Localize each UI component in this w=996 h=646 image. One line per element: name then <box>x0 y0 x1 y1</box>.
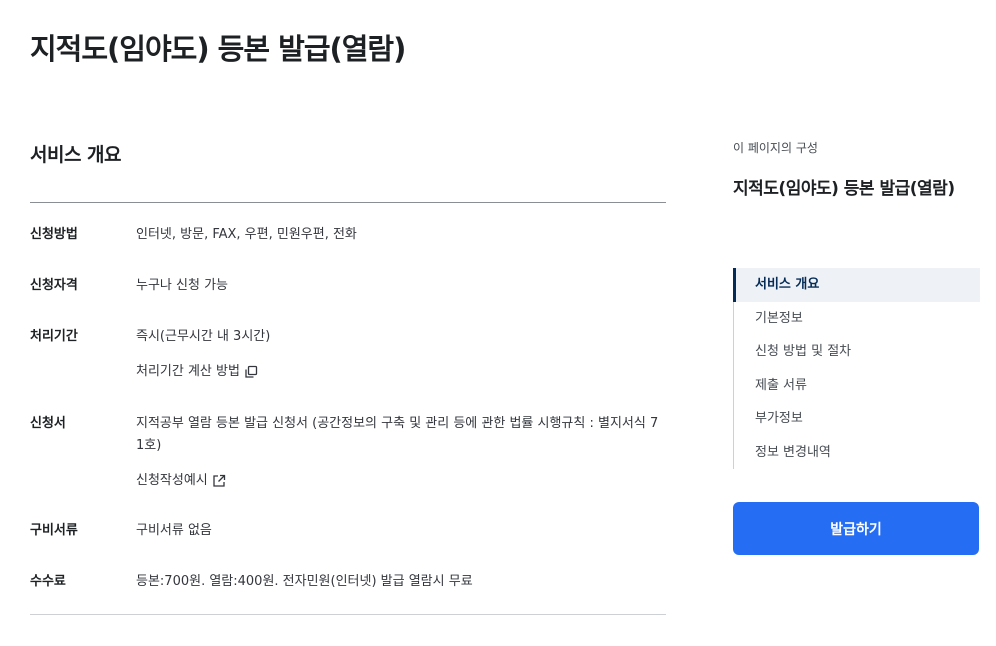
outline-item-additional-info[interactable]: 부가정보 <box>734 402 980 436</box>
outline-item-change-history[interactable]: 정보 변경내역 <box>734 436 980 470</box>
row-label: 신청방법 <box>30 227 78 242</box>
page-outline-sidebar: 이 페이지의 구성 지적도(임야도) 등본 발급(열람) 서비스 개요 기본정보… <box>733 138 980 555</box>
row-required-documents: 구비서류 구비서류 없음 <box>30 520 666 542</box>
application-example-link[interactable]: 신청작성예시 <box>136 470 666 492</box>
outline-item-service-overview[interactable]: 서비스 개요 <box>733 268 980 302</box>
row-eligibility: 신청자격 누구나 신청 가능 <box>30 275 666 297</box>
divider <box>30 614 666 615</box>
outline-caption: 이 페이지의 구성 <box>733 141 818 155</box>
row-fee: 수수료 등본:700원. 열람:400원. 전자민원(인터넷) 발급 열람시 무… <box>30 571 666 593</box>
row-method: 신청방법 인터넷, 방문, FAX, 우편, 민원우편, 전화 <box>30 224 666 246</box>
service-overview-section: 서비스 개요 신청방법 인터넷, 방문, FAX, 우편, 민원우편, 전화 신… <box>30 140 666 615</box>
outline-item-basic-info[interactable]: 기본정보 <box>734 302 980 336</box>
processing-calc-link-label: 처리기간 계산 방법 <box>136 364 240 379</box>
row-label: 처리기간 <box>30 329 78 344</box>
application-example-link-label: 신청작성예시 <box>136 473 208 488</box>
page-title: 지적도(임야도) 등본 발급(열람) <box>30 32 406 66</box>
application-form-text: 지적공부 열람 등본 발급 신청서 (공간정보의 구축 및 관리 등에 관한 법… <box>136 416 659 431</box>
row-value: 인터넷, 방문, FAX, 우편, 민원우편, 전화 <box>136 227 357 242</box>
row-label: 수수료 <box>30 574 66 589</box>
outline-title: 지적도(임야도) 등본 발급(열람) <box>733 179 955 199</box>
outline-item-submission-documents[interactable]: 제출 서류 <box>734 369 980 403</box>
copy-icon <box>245 365 258 378</box>
row-value: 등본:700원. 열람:400원. 전자민원(인터넷) 발급 열람시 무료 <box>136 574 473 589</box>
application-form-text-cont: 1호) <box>136 438 162 453</box>
divider <box>30 202 666 203</box>
row-label: 신청자격 <box>30 278 78 293</box>
outline-item-application-procedure[interactable]: 신청 방법 및 절차 <box>734 335 980 369</box>
processing-period-text: 즉시(근무시간 내 3시간) <box>136 329 271 344</box>
processing-calc-link[interactable]: 처리기간 계산 방법 <box>136 361 666 383</box>
external-link-icon <box>213 474 225 487</box>
row-value: 지적공부 열람 등본 발급 신청서 (공간정보의 구축 및 관리 등에 관한 법… <box>136 413 666 492</box>
row-value: 구비서류 없음 <box>136 523 212 538</box>
section-heading: 서비스 개요 <box>30 144 122 166</box>
row-application-form: 신청서 지적공부 열람 등본 발급 신청서 (공간정보의 구축 및 관리 등에 … <box>30 413 666 492</box>
row-label: 구비서류 <box>30 523 78 538</box>
issue-button[interactable]: 발급하기 <box>733 502 979 555</box>
row-value: 누구나 신청 가능 <box>136 278 228 293</box>
row-value: 즉시(근무시간 내 3시간) 처리기간 계산 방법 <box>136 326 666 383</box>
row-processing-period: 처리기간 즉시(근무시간 내 3시간) 처리기간 계산 방법 <box>30 326 666 383</box>
row-label: 신청서 <box>30 416 66 431</box>
outline-nav: 서비스 개요 기본정보 신청 방법 및 절차 제출 서류 부가정보 정보 변경내… <box>733 268 980 469</box>
